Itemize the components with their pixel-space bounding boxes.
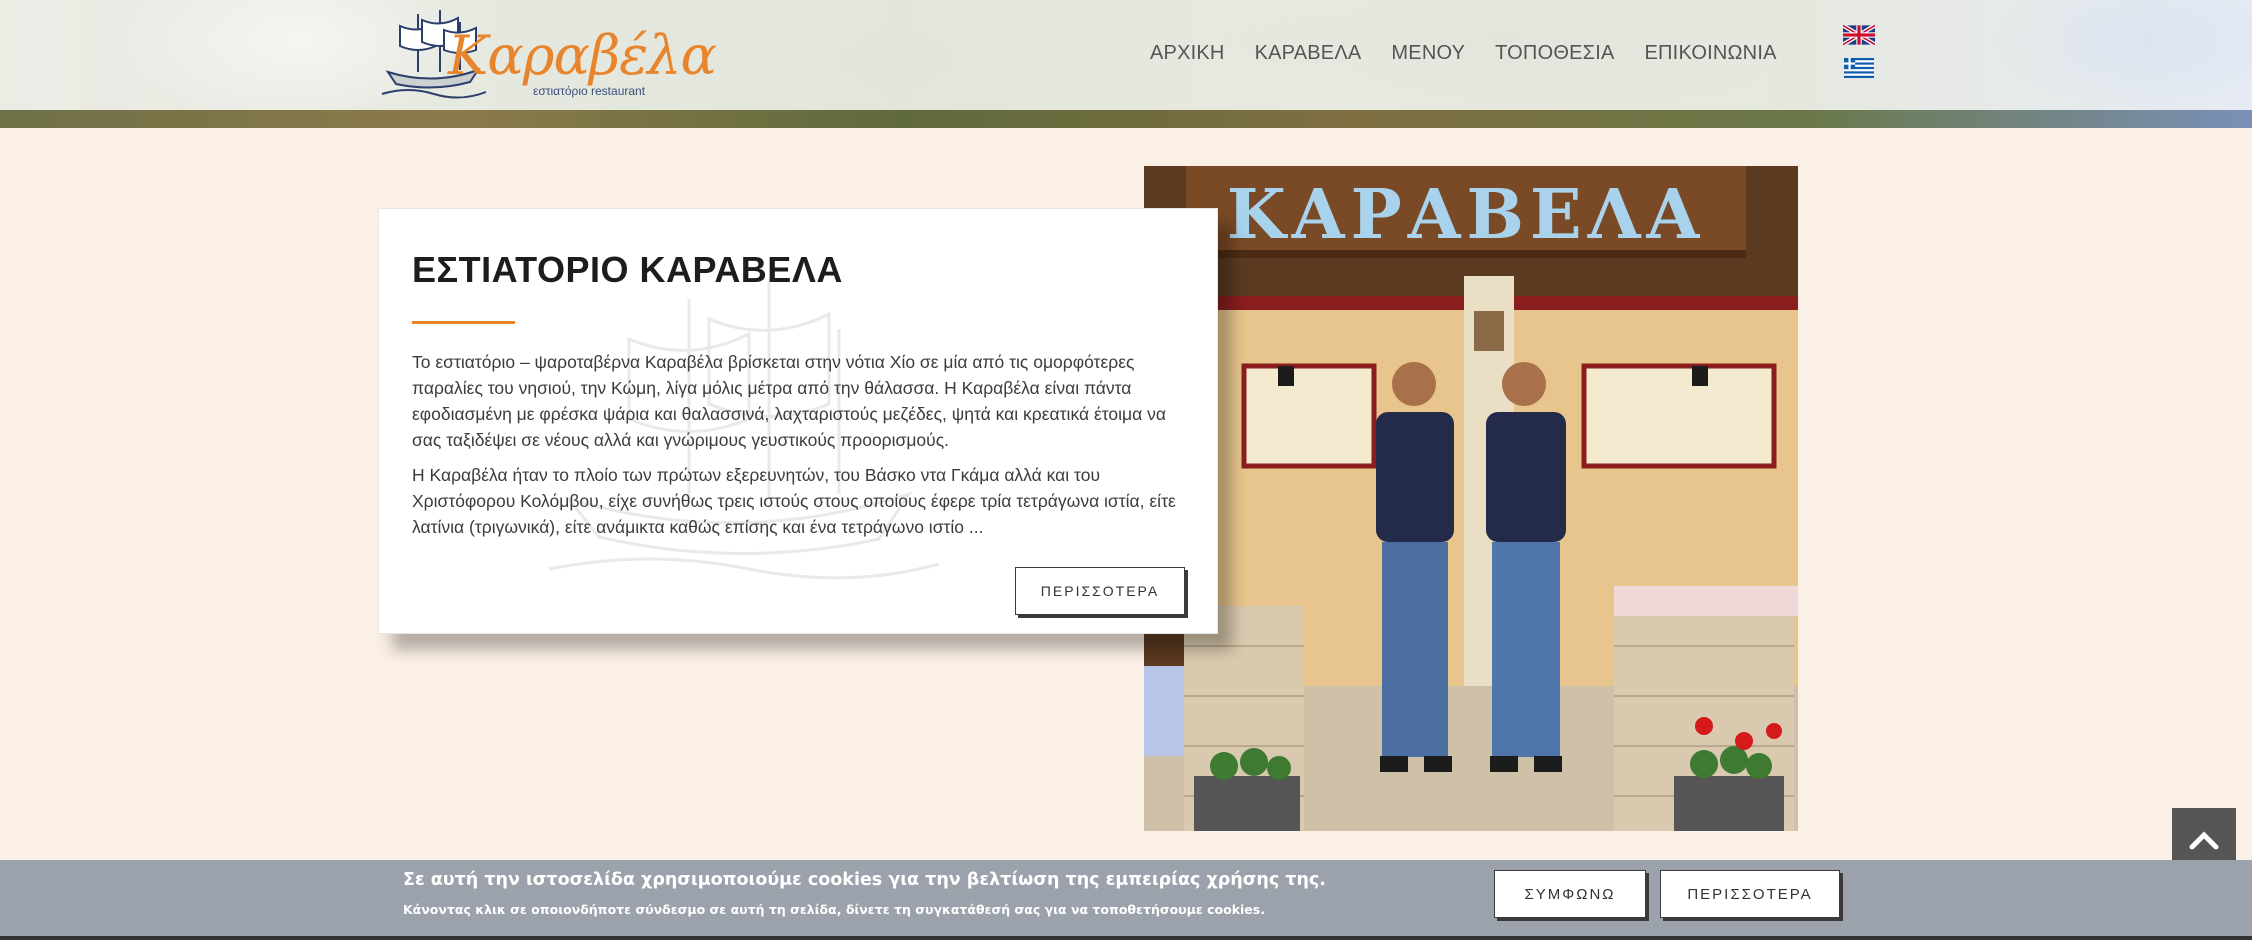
cookie-more-button[interactable]: ΠΕΡΙΣΣΟΤΕΡΑ [1660, 870, 1840, 918]
intro-card: ΕΣΤΙΑΤΟΡΙΟ ΚΑΡΑΒΕΛΑ Το εστιατόριο – ψαρο… [378, 208, 1218, 634]
main-nav: ΑΡΧΙΚΗ ΚΑΡΑΒΕΛΑ ΜΕΝΟΥ ΤΟΠΟΘΕΣΙΑ ΕΠΙΚΟΙΝΩ… [1150, 42, 1807, 65]
bottom-border [0, 936, 2252, 940]
nav-item-menu[interactable]: ΜΕΝΟΥ [1391, 42, 1465, 65]
page-title: ΕΣΤΙΑΤΟΡΙΟ ΚΑΡΑΒΕΛΑ [412, 249, 843, 290]
restaurant-sign-text: ΚΑΡΑΒΕΛΑ [1227, 175, 1706, 255]
cookie-banner: Σε αυτή την ιστοσελίδα χρησιμοποιούμε co… [0, 860, 2252, 940]
nav-item-contact[interactable]: ΕΠΙΚΟΙΝΩΝΙΑ [1645, 42, 1777, 65]
chevron-up-icon [2189, 831, 2219, 850]
logo-subtitle: εστιατόριο restaurant [533, 84, 646, 98]
uk-flag-icon[interactable] [1843, 25, 1875, 45]
intro-paragraph: Το εστιατόριο – ψαροταβέρνα Καραβέλα βρί… [412, 352, 1166, 450]
title-divider [412, 321, 515, 324]
nav-item-home[interactable]: ΑΡΧΙΚΗ [1150, 42, 1225, 65]
logo[interactable]: Καραβέλα εστιατόριο restaurant [378, 6, 717, 100]
cookie-agree-button[interactable]: ΣΥΜΦΩΝΩ [1494, 870, 1646, 918]
nav-item-location[interactable]: ΤΟΠΟΘΕΣΙΑ [1495, 42, 1614, 65]
history-paragraph: Η Καραβέλα ήταν το πλοίο των πρώτων εξερ… [412, 465, 1176, 537]
logo-name: Καραβέλα [448, 24, 717, 87]
header: Καραβέλα εστιατόριο restaurant ΑΡΧΙΚΗ ΚΑ… [0, 0, 2252, 110]
restaurant-photo-image: ΚΑΡΑΒΕΛΑ [1144, 166, 1798, 831]
cookie-title: Σε αυτή την ιστοσελίδα χρησιμοποιούμε co… [403, 870, 1326, 890]
restaurant-photo: ΚΑΡΑΒΕΛΑ [1144, 166, 1798, 831]
greek-flag-icon[interactable] [1843, 58, 1875, 78]
nav-item-karavela[interactable]: ΚΑΡΑΒΕΛΑ [1255, 42, 1362, 65]
cookie-subtitle: Κάνοντας κλικ σε οποιονδήποτε σύνδεσμο σ… [403, 902, 1265, 917]
read-more-button[interactable]: ΠΕΡΙΣΣΟΤΕΡΑ [1015, 567, 1185, 615]
